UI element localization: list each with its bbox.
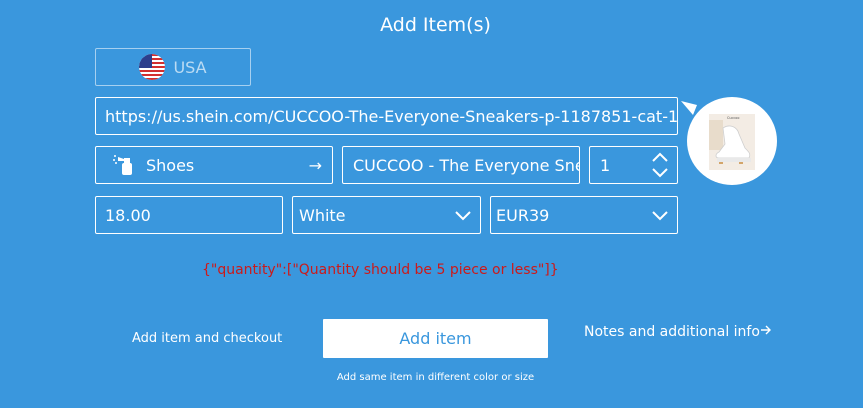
product-url-input[interactable]: https://us.shein.com/CUCCOO-The-Everyone… (95, 97, 678, 135)
chevron-down-icon (651, 208, 669, 227)
add-variant-hint: Add same item in different color or size (336, 372, 535, 383)
size-select[interactable]: EUR39 (490, 196, 678, 234)
page-title: Add Item(s) (380, 14, 491, 36)
product-thumbnail[interactable]: Cuccoo (709, 114, 755, 170)
country-label: USA (173, 57, 207, 77)
notes-label: Notes and additional info (584, 324, 760, 340)
item-name-input[interactable]: CUCCOO - The Everyone Sneakers (342, 146, 580, 184)
arrow-right-icon (760, 324, 772, 340)
quantity-error-message: {"quantity":["Quantity should be 5 piece… (202, 262, 559, 278)
category-select[interactable]: Shoes → (95, 146, 333, 184)
us-flag-icon (139, 54, 166, 80)
add-item-button[interactable]: Add item (323, 319, 548, 358)
add-and-checkout-link[interactable]: Add item and checkout (132, 331, 282, 346)
category-label: Shoes (146, 155, 195, 175)
country-selector-button[interactable]: USA (95, 48, 251, 86)
chevron-down-icon (454, 208, 472, 227)
preview-caption: Cuccoo (727, 116, 739, 120)
spray-bottle-icon (112, 153, 136, 177)
notes-link[interactable]: Notes and additional info (584, 324, 772, 340)
quantity-stepper[interactable]: 1 (589, 146, 678, 184)
color-select[interactable]: White (292, 196, 481, 234)
up-down-chevron-icon[interactable] (651, 152, 669, 182)
arrow-right-icon: → (308, 156, 322, 175)
price-input[interactable]: 18.00 (95, 196, 283, 234)
